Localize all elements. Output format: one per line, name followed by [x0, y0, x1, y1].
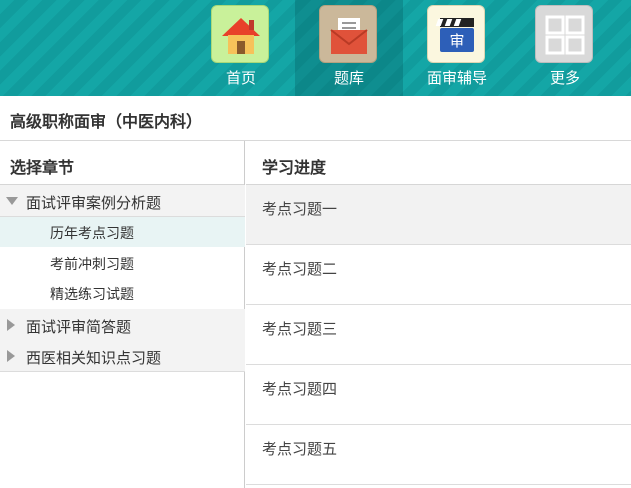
nav-item-home[interactable]: 首页 — [187, 0, 295, 96]
nav-label-more: 更多 — [549, 69, 580, 87]
chapter-panel-header: 选择章节 — [0, 141, 244, 185]
chapter-label: 面试评审简答题 — [26, 318, 132, 336]
house-icon — [211, 5, 269, 63]
clapperboard-icon: 审 — [427, 5, 485, 63]
list-item-label: 考点习题五 — [262, 440, 338, 458]
subchapter-label: 考前冲刺习题 — [50, 257, 134, 273]
chapter-item-case-analysis[interactable]: 面试评审案例分析题 — [0, 185, 245, 217]
grid-icon — [535, 5, 593, 63]
progress-panel-title: 学习进度 — [262, 158, 327, 177]
chapter-item-short-answer[interactable]: 面试评审简答题 — [0, 309, 245, 341]
nav-label-review-coaching: 面审辅导 — [426, 69, 487, 87]
list-item-label: 考点习题一 — [262, 200, 338, 218]
list-item[interactable]: 考点习题五 — [246, 425, 631, 485]
nav-item-question-bank[interactable]: 题库 — [295, 0, 403, 96]
list-item[interactable]: 考点习题一 — [246, 185, 631, 245]
clapperboard-text: 审 — [449, 32, 464, 50]
top-nav-bar: 首页 题库 审 面审辅导 更多 — [0, 0, 631, 96]
envelope-icon — [319, 5, 377, 63]
subchapter-item-past-questions[interactable]: 历年考点习题 — [0, 217, 245, 247]
chapter-label: 面试评审案例分析题 — [26, 194, 162, 212]
list-item-label: 考点习题三 — [262, 320, 338, 338]
subchapter-item-selected-practice[interactable]: 精选练习试题 — [0, 278, 245, 308]
subchapter-item-sprint-questions[interactable]: 考前冲刺习题 — [0, 248, 245, 278]
progress-panel-header: 学习进度 — [246, 141, 631, 185]
page-title-bar: 高级职称面审（中医内科） — [0, 96, 631, 141]
page-title: 高级职称面审（中医内科） — [10, 112, 203, 131]
chapter-panel-title: 选择章节 — [10, 158, 75, 177]
nav-label-home: 首页 — [225, 69, 256, 87]
list-item[interactable]: 考点习题四 — [246, 365, 631, 425]
chapter-panel: 选择章节 面试评审案例分析题 历年考点习题 考前冲刺习题 精选练习试题 面试评审… — [0, 141, 245, 488]
nav-item-review-coaching[interactable]: 审 面审辅导 — [403, 0, 511, 96]
expand-right-icon — [7, 350, 15, 362]
nav-item-more[interactable]: 更多 — [511, 0, 619, 96]
list-item-label: 考点习题二 — [262, 260, 338, 278]
chapter-item-western-medicine[interactable]: 西医相关知识点习题 — [0, 340, 245, 372]
progress-panel: 学习进度 考点习题一 考点习题二 考点习题三 考点习题四 考点习题五 — [246, 141, 631, 488]
list-item[interactable]: 考点习题二 — [246, 245, 631, 305]
subchapter-label: 历年考点习题 — [50, 226, 134, 242]
chapter-label: 西医相关知识点习题 — [26, 349, 162, 367]
list-item[interactable]: 考点习题三 — [246, 305, 631, 365]
subchapter-label: 精选练习试题 — [50, 287, 134, 303]
nav-label-question-bank: 题库 — [333, 69, 364, 87]
list-item-label: 考点习题四 — [262, 380, 338, 398]
expand-down-icon — [6, 197, 18, 205]
expand-right-icon — [7, 319, 15, 331]
